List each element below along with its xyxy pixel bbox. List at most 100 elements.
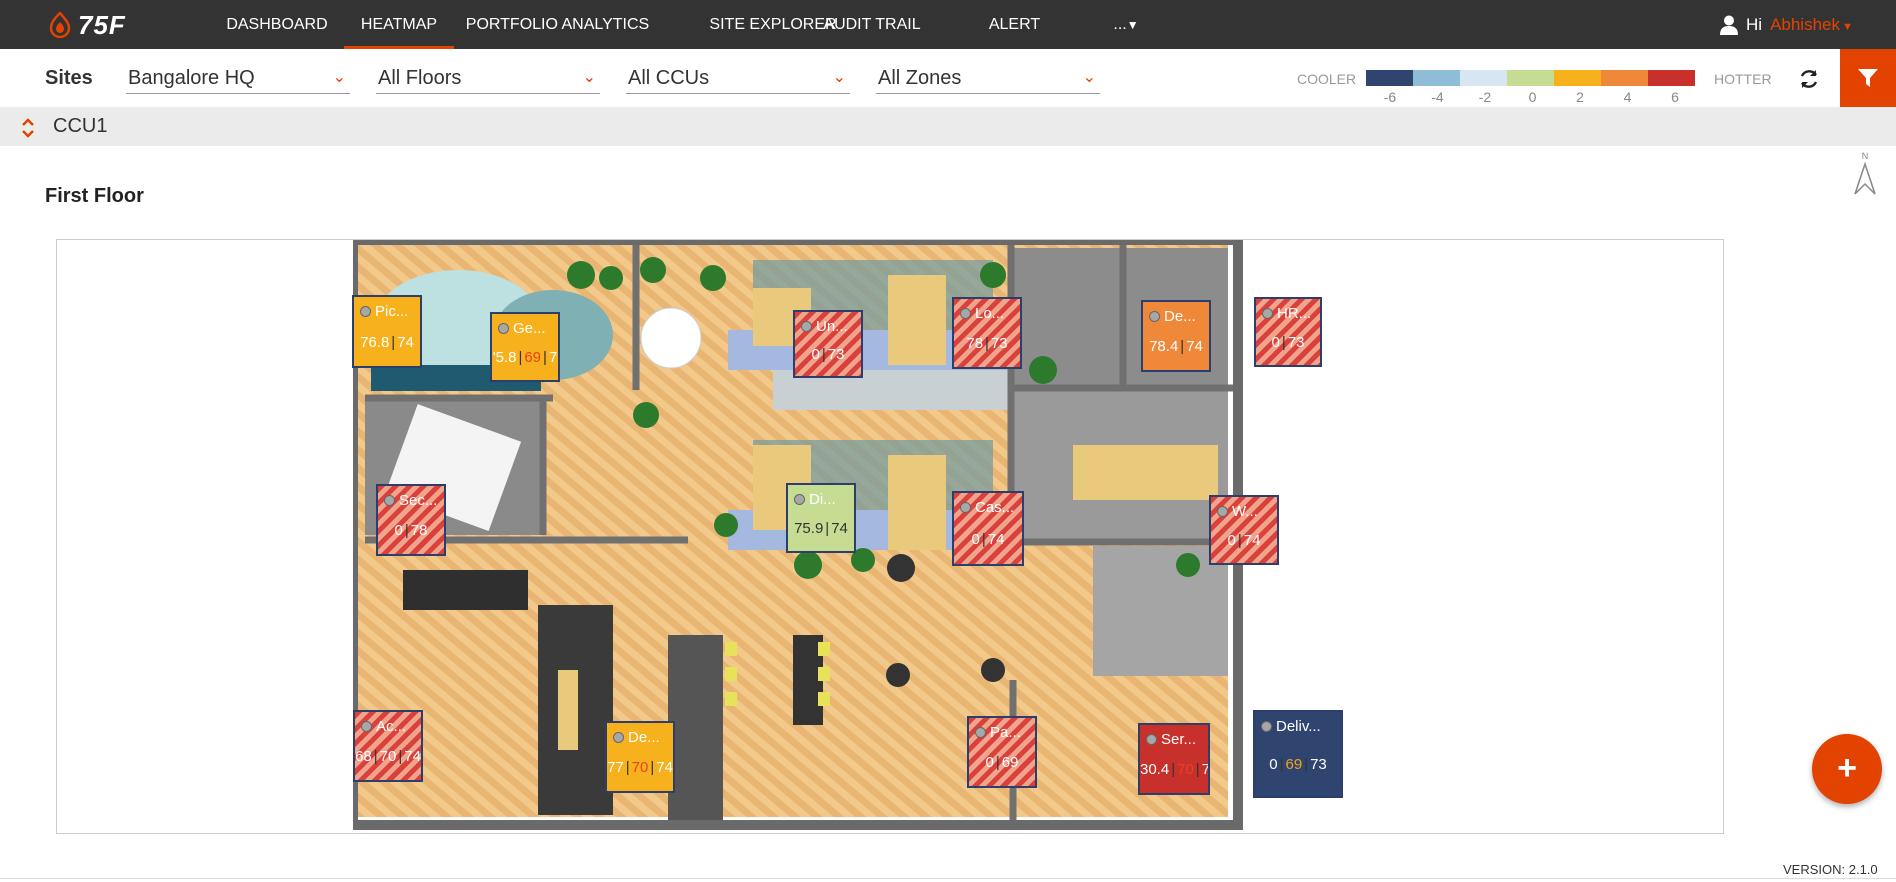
user-greeting: Hi <box>1746 14 1763 34</box>
zone-values: 77 | 70 | 74 <box>607 759 673 776</box>
nav-more-menu[interactable]: ...▼ <box>1108 0 1144 49</box>
zone-values: 78.4 | 74 <box>1143 338 1209 355</box>
ccu-select-value: All CCUs <box>628 67 710 89</box>
heat-legend-bar <box>1366 70 1695 86</box>
zone-tile[interactable]: HR... 0 | 73 <box>1254 297 1322 367</box>
zone-tile[interactable]: Sec... 0 | 78 <box>376 484 446 556</box>
zone-name: Pic... <box>360 303 408 320</box>
zone-value: 0 <box>394 522 403 539</box>
zone-status-dot-icon <box>1262 308 1273 319</box>
zone-value-separator: | <box>518 349 523 366</box>
zone-name: W... <box>1217 503 1258 520</box>
legend-swatch <box>1554 70 1601 86</box>
nav-alert-insights[interactable]: ALERT INSIGHTS <box>952 0 1077 82</box>
add-button[interactable]: + <box>1812 734 1882 804</box>
svg-text:N: N <box>1862 151 1869 161</box>
zone-tile[interactable]: Lo... 78 | 73 <box>952 297 1022 369</box>
filter-button[interactable] <box>1840 49 1896 107</box>
legend-tick: -6 <box>1383 89 1397 105</box>
zone-tile[interactable]: Ac... 68 | 70 | 74 <box>353 710 423 782</box>
zone-status-dot-icon <box>1261 721 1272 732</box>
zone-value: 30.4 <box>1140 761 1170 778</box>
zone-tile[interactable]: W... 0 | 74 <box>1209 495 1279 565</box>
refresh-icon[interactable] <box>1797 67 1821 91</box>
zone-tile[interactable]: De... 78.4 | 74 <box>1141 300 1211 372</box>
zone-name-label: Pa... <box>990 724 1021 741</box>
zone-values: 0 | 74 <box>1211 532 1277 549</box>
brand-logo[interactable]: 75F <box>48 10 126 40</box>
zone-name: Cas... <box>960 499 1014 516</box>
zone-name-label: Un... <box>816 318 848 335</box>
nav-dashboard[interactable]: DASHBOARD <box>218 0 336 49</box>
floor-select[interactable]: All Floors ⌄ <box>376 62 600 94</box>
ccu-label: CCU1 <box>53 115 108 137</box>
user-name: Abhishek <box>1770 14 1840 34</box>
zone-status-dot-icon <box>1217 506 1228 517</box>
legend-cooler-label: COOLER <box>1297 71 1357 87</box>
zone-value: 7 <box>548 349 558 366</box>
zone-value: 69 <box>1285 756 1303 773</box>
zone-value: 75.9 <box>794 520 824 537</box>
zone-value: 70 <box>631 759 649 776</box>
zone-name: Ac... <box>361 718 406 735</box>
zone-value-separator: | <box>821 346 826 363</box>
zone-name-label: Ac... <box>376 718 407 735</box>
zone-name: De... <box>613 729 660 746</box>
expand-collapse-icon[interactable] <box>21 117 35 139</box>
zone-value-separator: | <box>404 522 409 539</box>
zone-name: Pa... <box>975 724 1021 741</box>
zone-tile[interactable]: Ser...30.4|70|74 <box>1138 723 1210 795</box>
zone-status-dot-icon <box>975 727 986 738</box>
user-icon <box>1720 15 1738 35</box>
zone-value: 74 <box>987 531 1005 548</box>
zone-tile[interactable]: Pa... 0 | 69 <box>967 716 1037 788</box>
zone-value: 68 <box>355 748 372 765</box>
chevron-down-icon: ⌄ <box>1082 69 1096 86</box>
zone-name-label: Di... <box>809 491 836 508</box>
zone-status-dot-icon <box>960 308 971 319</box>
nav-portfolio-analytics[interactable]: PORTFOLIO ANALYTICS <box>465 0 650 49</box>
zone-value-separator: | <box>1279 756 1284 773</box>
zone-value: 74 <box>656 759 673 776</box>
ccu-header[interactable]: CCU1 <box>0 107 1896 146</box>
zone-tile[interactable]: Pic... 76.8 | 74 <box>352 295 422 368</box>
legend-swatch <box>1366 70 1413 86</box>
zone-value: 0 <box>1269 756 1278 773</box>
zone-value: 73 <box>1310 756 1327 773</box>
zone-status-dot-icon <box>801 321 812 332</box>
zone-value: 73 <box>990 335 1008 352</box>
nav-audit-trail[interactable]: AUDIT TRAIL <box>822 0 922 49</box>
site-select[interactable]: Bangalore HQ ⌄ <box>126 62 350 94</box>
zone-values: 78 | 73 <box>954 335 1020 352</box>
legend-tick: 4 <box>1623 89 1632 105</box>
zone-value: 74 <box>404 748 421 765</box>
zone-values: 76.8 | 74 <box>354 334 420 351</box>
zone-status-dot-icon <box>1146 734 1157 745</box>
north-arrow-icon: N <box>1854 151 1876 195</box>
zone-value: 78.4 <box>1149 338 1179 355</box>
legend-tick: 6 <box>1671 89 1679 105</box>
zone-value: 74 <box>1243 532 1261 549</box>
zone-status-dot-icon <box>361 721 372 732</box>
legend-swatch <box>1601 70 1648 86</box>
zone-tile[interactable]: Ge... '5.8 | 69 | 7 <box>490 312 560 382</box>
ccu-select[interactable]: All CCUs ⌄ <box>626 62 850 94</box>
zone-tile[interactable]: Cas... 0 | 74 <box>952 491 1024 566</box>
zone-select[interactable]: All Zones ⌄ <box>876 62 1100 94</box>
zone-tile[interactable]: Un... 0 | 73 <box>793 310 863 378</box>
zone-value: 0 <box>985 754 994 771</box>
zone-name-label: De... <box>628 729 660 746</box>
zone-tile[interactable]: Di... 75.9 | 74 <box>786 483 856 553</box>
caret-down-icon: ▼ <box>1126 18 1139 32</box>
zone-values: 75.9 | 74 <box>788 520 854 537</box>
zone-name-label: HR... <box>1277 305 1312 322</box>
user-menu[interactable]: Hi Abhishek ▼ <box>1720 0 1853 49</box>
zone-name-label: Lo... <box>975 305 1005 322</box>
legend-tick: 2 <box>1576 89 1584 105</box>
zone-tile[interactable]: De... 77 | 70 | 74 <box>605 721 675 793</box>
logo-text: 75F <box>78 9 126 40</box>
zone-tile[interactable]: Deliv... 0 | 69 | 73 <box>1253 710 1343 798</box>
nav-heatmap[interactable]: HEATMAP <box>344 0 454 49</box>
zone-name-label: Cas... <box>975 499 1015 516</box>
chevron-down-icon: ⌄ <box>832 69 846 86</box>
